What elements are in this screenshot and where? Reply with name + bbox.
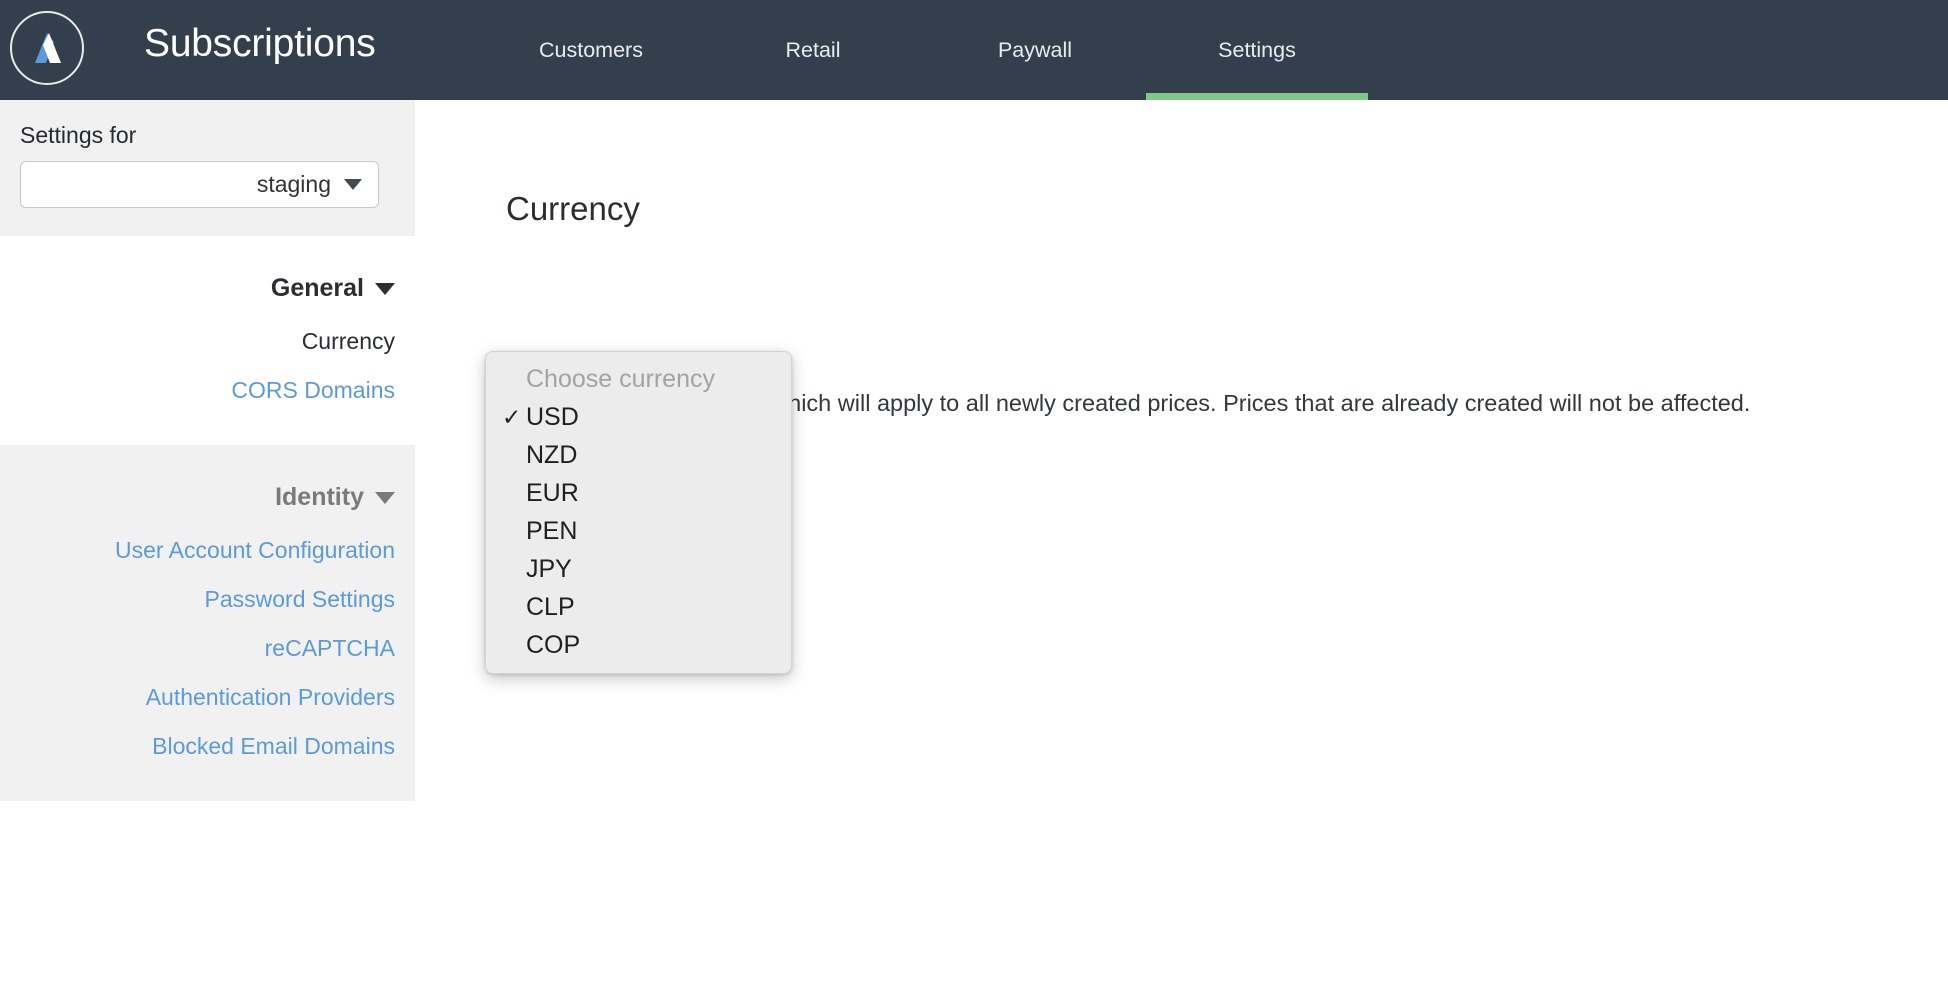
settings-sidebar: Settings for staging General Currency CO… (0, 100, 415, 1004)
active-tab-indicator (1146, 93, 1368, 100)
chevron-down-icon (344, 179, 362, 190)
environment-select[interactable]: staging (20, 161, 379, 208)
nav-tab-label: Customers (539, 37, 643, 62)
check-icon: ✓ (502, 403, 522, 430)
sidebar-item-user-account-configuration[interactable]: User Account Configuration (20, 526, 395, 575)
main-nav: Customers Retail Paywall Settings (480, 0, 1368, 100)
sidebar-section-identity-header[interactable]: Identity (20, 465, 395, 526)
sidebar-item-password-settings[interactable]: Password Settings (20, 575, 395, 624)
currency-option-label: Choose currency (526, 364, 715, 393)
currency-option-nzd[interactable]: NZD (486, 436, 791, 474)
currency-option-label: CLP (526, 592, 575, 621)
sidebar-item-blocked-email-domains[interactable]: Blocked Email Domains (20, 722, 395, 771)
currency-option-label: NZD (526, 440, 578, 469)
sidebar-section-general-header[interactable]: General (20, 256, 395, 317)
currency-option-cop[interactable]: COP (486, 626, 791, 664)
app-title: Subscriptions (144, 22, 376, 65)
currency-option-label: EUR (526, 478, 579, 507)
chevron-down-icon (375, 491, 395, 504)
chevron-down-icon (375, 282, 395, 295)
currency-option-placeholder[interactable]: Choose currency (486, 360, 791, 398)
environment-block: Settings for staging (0, 100, 415, 236)
nav-tab-retail[interactable]: Retail (702, 0, 924, 100)
currency-option-usd[interactable]: ✓ USD (486, 398, 791, 436)
currency-option-label: JPY (526, 554, 572, 583)
currency-option-label: USD (526, 402, 579, 431)
sidebar-item-currency[interactable]: Currency (20, 317, 395, 366)
sidebar-item-authentication-providers[interactable]: Authentication Providers (20, 673, 395, 722)
nav-tab-paywall[interactable]: Paywall (924, 0, 1146, 100)
nav-tab-label: Retail (785, 37, 841, 62)
nav-tab-settings[interactable]: Settings (1146, 0, 1368, 100)
app-header: Subscriptions Customers Retail Paywall S… (0, 0, 1948, 100)
environment-select-value: staging (256, 171, 331, 197)
sidebar-item-cors-domains[interactable]: CORS Domains (20, 366, 395, 415)
nav-tab-customers[interactable]: Customers (480, 0, 702, 100)
currency-option-clp[interactable]: CLP (486, 588, 791, 626)
settings-for-label: Settings for (20, 122, 137, 148)
company-a-logo-icon (10, 11, 84, 85)
nav-tab-label: Settings (1218, 37, 1296, 62)
currency-option-pen[interactable]: PEN (486, 512, 791, 550)
currency-option-label: COP (526, 630, 581, 659)
currency-option-eur[interactable]: EUR (486, 474, 791, 512)
sidebar-section-title: Identity (275, 483, 364, 511)
logo[interactable] (8, 9, 86, 87)
page-title: Currency (506, 190, 640, 227)
sidebar-section-title: General (270, 274, 364, 302)
currency-option-jpy[interactable]: JPY (486, 550, 791, 588)
sidebar-item-recaptcha[interactable]: reCAPTCHA (20, 624, 395, 673)
currency-option-label: PEN (526, 516, 578, 545)
nav-tab-label: Paywall (997, 37, 1073, 62)
currency-dropdown-menu[interactable]: Choose currency ✓ USD NZD EUR PEN JPY CL… (485, 351, 792, 674)
sidebar-section-general: General Currency CORS Domains (0, 236, 415, 445)
sidebar-section-identity: Identity User Account Configuration Pass… (0, 445, 415, 801)
